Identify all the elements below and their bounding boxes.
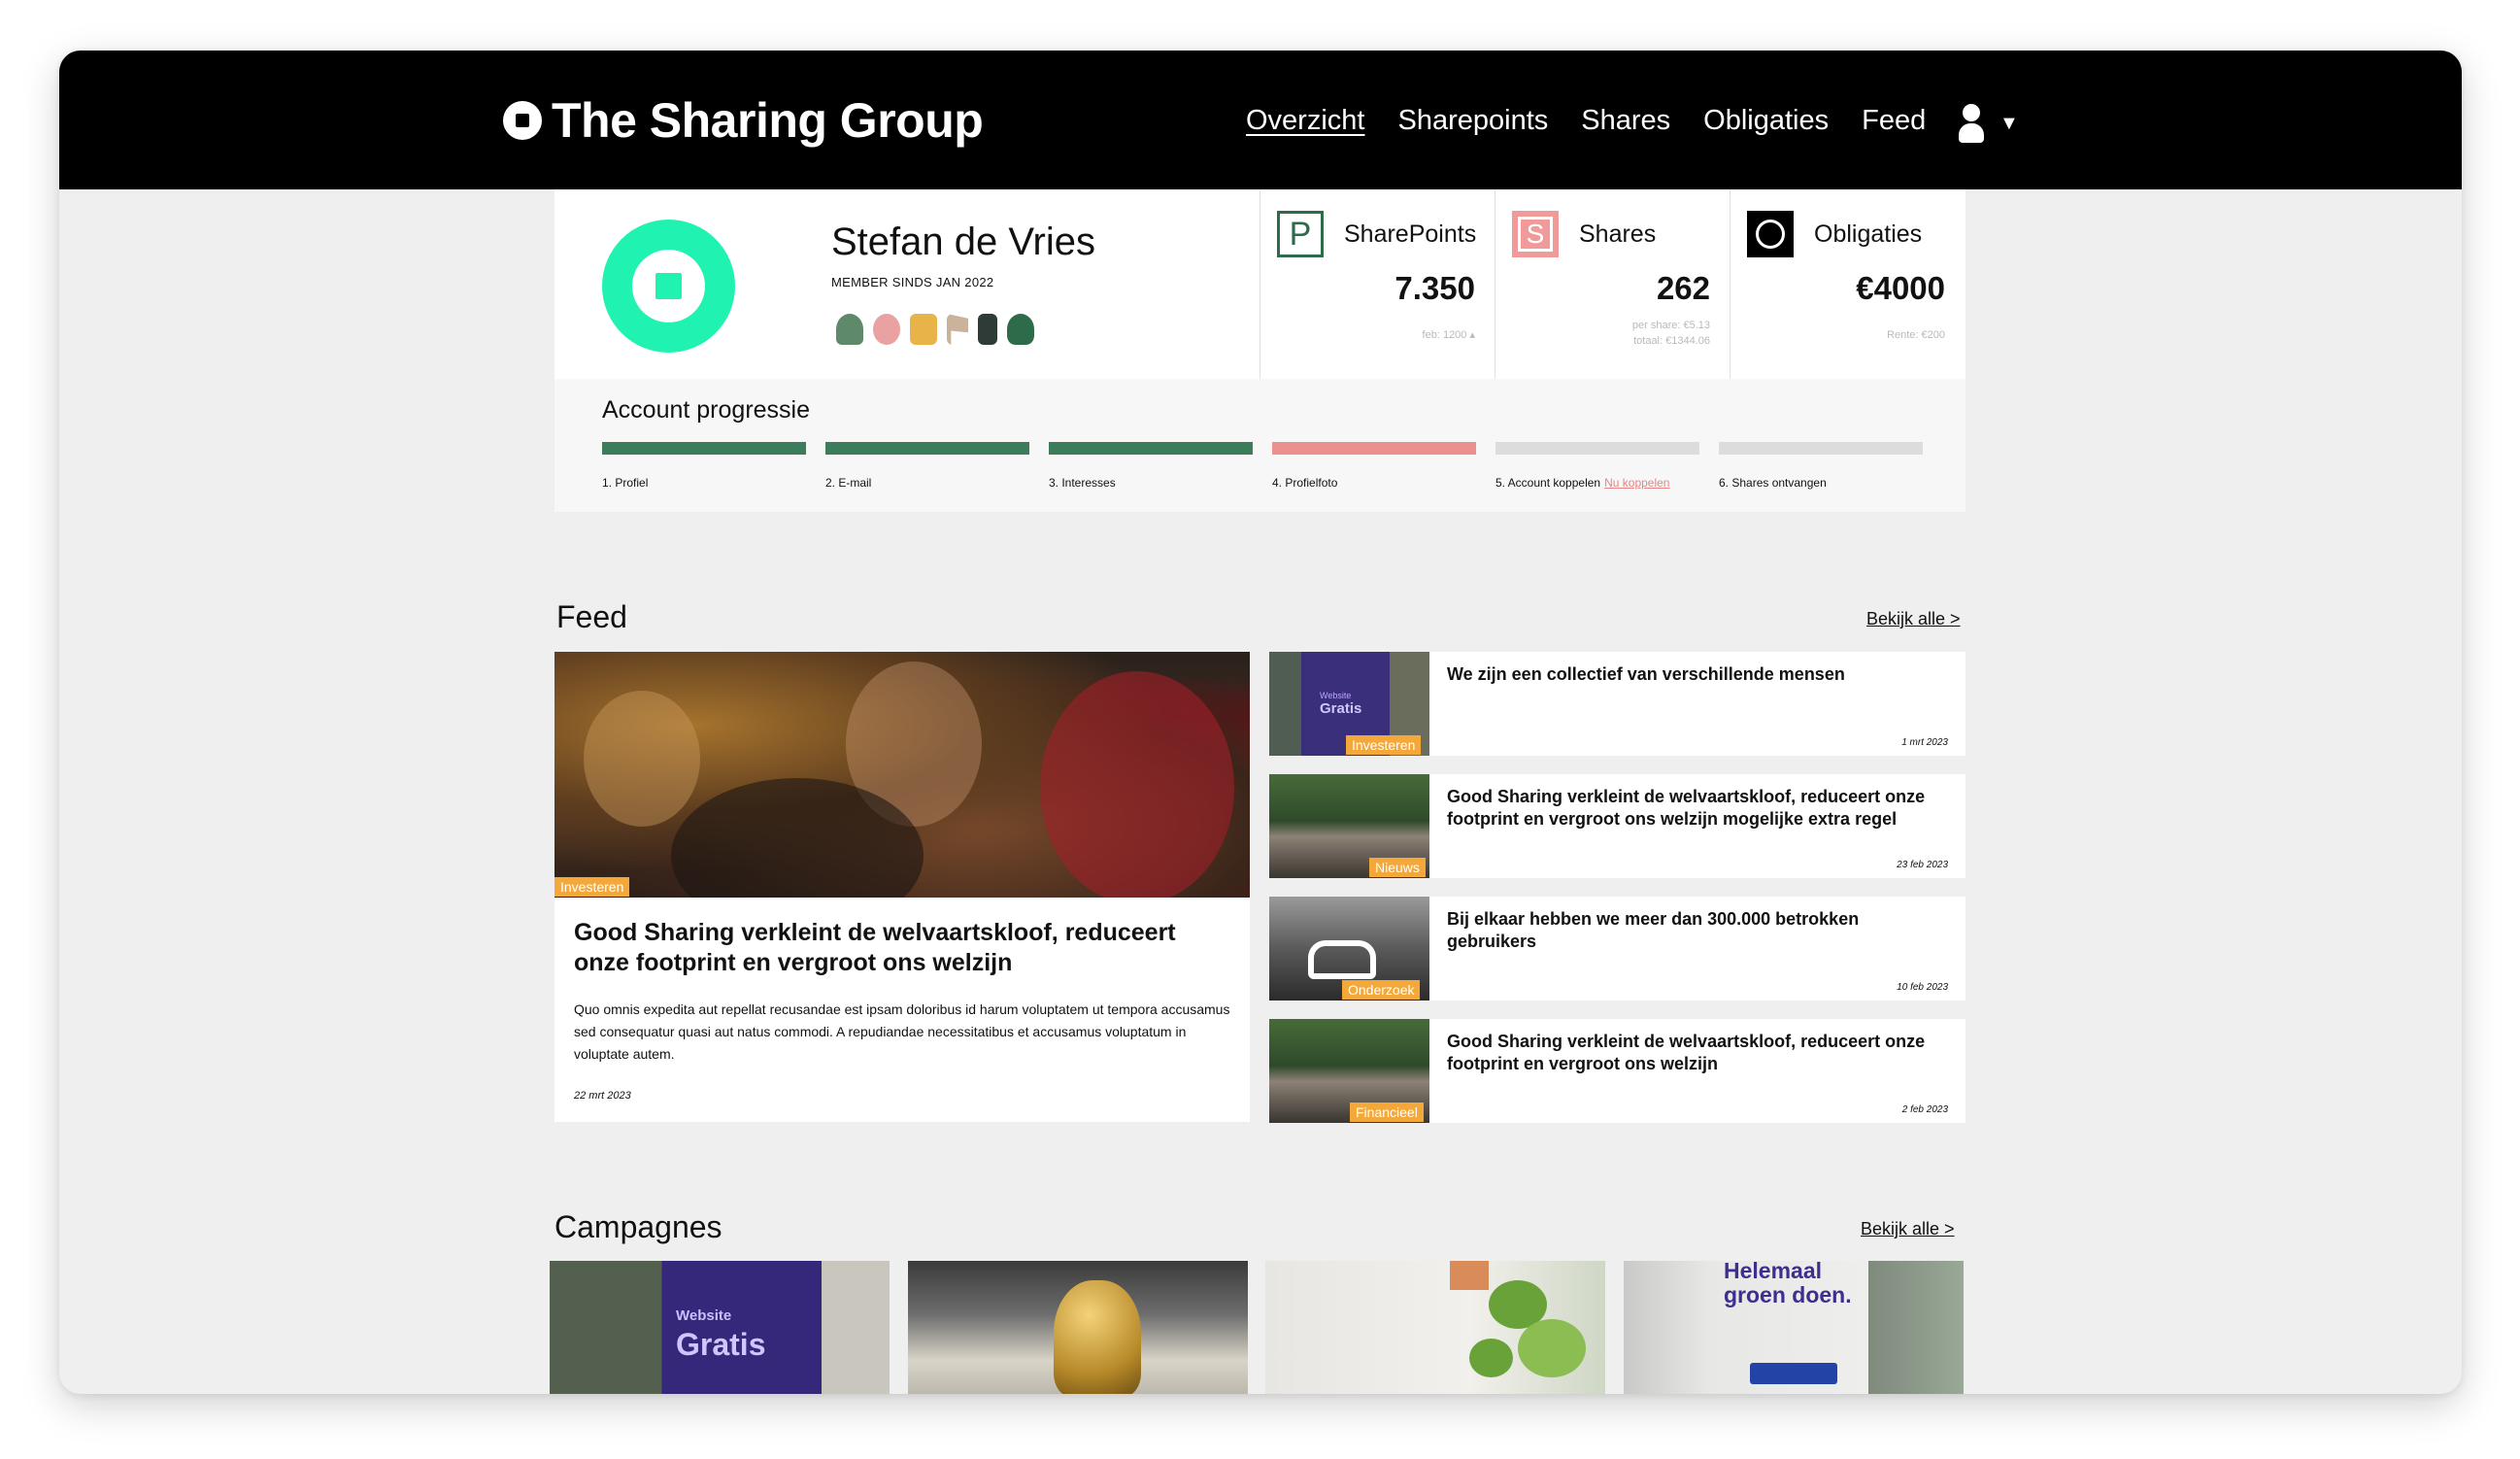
- progress-step: 4. Profielfoto: [1272, 442, 1476, 490]
- stat-sub: Rente: €200: [1887, 329, 1945, 341]
- user-icon: [1955, 104, 1988, 143]
- stat-obligaties[interactable]: Obligaties €4000 Rente: €200: [1730, 189, 1965, 379]
- feed-item-date: 23 feb 2023: [1897, 860, 1948, 870]
- campaign-card[interactable]: Helemaal groen doen.: [1624, 1261, 1964, 1394]
- step-label: 6. Shares ontvangen: [1719, 476, 1827, 490]
- stat-shares[interactable]: S Shares 262 per share: €5.13 totaal: €1…: [1495, 189, 1730, 379]
- progress-bar: [1272, 442, 1476, 455]
- progress-step: 1. Profiel: [602, 442, 806, 490]
- phone-badge-icon[interactable]: [978, 314, 997, 345]
- category-tag: Investeren: [554, 877, 630, 897]
- step-label: 5. Account koppelen Nu koppelen: [1495, 476, 1670, 490]
- category-tag: Nieuws: [1369, 858, 1426, 877]
- feed-item[interactable]: Financieel Good Sharing verkleint de wel…: [1269, 1019, 1966, 1123]
- connect-account-link[interactable]: Nu koppelen: [1604, 476, 1669, 490]
- feed-item-title: Bij elkaar hebben we meer dan 300.000 be…: [1447, 909, 1860, 951]
- stat-label: Shares: [1579, 221, 1657, 248]
- progress-step: 6. Shares ontvangen: [1719, 442, 1923, 490]
- progress-bar: [602, 442, 806, 455]
- member-since: MEMBER SINDS JAN 2022: [831, 275, 994, 289]
- campaign-card[interactable]: [1265, 1261, 1605, 1394]
- avatar: [602, 220, 735, 353]
- article-title: Good Sharing verkleint de welvaartskloof…: [574, 919, 1176, 976]
- step-label: 4. Profielfoto: [1272, 476, 1338, 490]
- feed-featured-article[interactable]: Investeren Good Sharing verkleint de wel…: [554, 652, 1250, 1122]
- category-tag: Financieel: [1350, 1103, 1424, 1122]
- article-date: 22 mrt 2023: [574, 1090, 631, 1102]
- progress-bar: [1049, 442, 1253, 455]
- campaign-card[interactable]: [908, 1261, 1248, 1394]
- progress-step: 2. E-mail: [825, 442, 1029, 490]
- nav-link-feed[interactable]: Feed: [1862, 105, 1926, 137]
- obligaties-icon: [1747, 211, 1794, 257]
- bottle-badge-icon[interactable]: [910, 314, 937, 345]
- step-label: 2. E-mail: [825, 476, 872, 490]
- cup-badge-icon[interactable]: [1007, 314, 1034, 345]
- nav-link-obligaties[interactable]: Obligaties: [1703, 105, 1829, 137]
- stat-sub: feb: 1200 ▴: [1422, 329, 1475, 341]
- account-progress: Account progressie 1. Profiel 2. E-mail …: [554, 379, 1966, 512]
- gem-badge-icon[interactable]: [873, 314, 900, 345]
- chevron-down-icon: ▼: [1999, 112, 2019, 134]
- progress-title: Account progressie: [602, 396, 811, 424]
- brand-icon: [503, 101, 542, 140]
- feed-item-title: Good Sharing verkleint de welvaartskloof…: [1447, 1032, 1926, 1073]
- feed-item[interactable]: Onderzoek Bij elkaar hebben we meer dan …: [1269, 897, 1966, 1001]
- progress-step: 5. Account koppelen Nu koppelen: [1495, 442, 1699, 490]
- feed-title: Feed: [556, 599, 627, 634]
- sharepoints-icon: P: [1277, 211, 1324, 257]
- top-navigation: The Sharing Group Overzicht Sharepoints …: [59, 51, 2462, 189]
- feed-item[interactable]: Website Gratis Investeren We zijn een co…: [1269, 652, 1966, 756]
- progress-bar: [825, 442, 1029, 455]
- trophy-badge-icon[interactable]: [836, 314, 863, 345]
- progress-bar: [1719, 442, 1923, 455]
- stat-value: 7.350: [1394, 270, 1475, 306]
- nav-link-sharepoints[interactable]: Sharepoints: [1397, 105, 1548, 137]
- category-tag: Onderzoek: [1342, 980, 1421, 1000]
- campaigns-title: Campagnes: [554, 1209, 722, 1244]
- article-excerpt: Quo omnis expedita aut repellat recusand…: [574, 1001, 1230, 1062]
- stat-sharepoints[interactable]: P SharePoints 7.350 feb: 1200 ▴: [1260, 189, 1495, 379]
- stat-value: 262: [1656, 270, 1710, 306]
- article-image: [554, 652, 1250, 898]
- stat-label: SharePoints: [1344, 221, 1477, 248]
- brand-name: The Sharing Group: [552, 93, 984, 148]
- nav-link-shares[interactable]: Shares: [1581, 105, 1670, 137]
- progress-step: 3. Interesses: [1049, 442, 1253, 490]
- user-menu[interactable]: ▼: [1955, 104, 2019, 143]
- flag-badge-icon[interactable]: [947, 314, 968, 345]
- stat-value: €4000: [1856, 270, 1945, 306]
- badges: [836, 314, 1044, 345]
- brand-logo[interactable]: The Sharing Group: [503, 91, 984, 150]
- nav-links: Overzicht Sharepoints Shares Obligaties …: [1246, 101, 1959, 140]
- stat-sub: per share: €5.13 totaal: €1344.06: [1631, 320, 1710, 347]
- feed-view-all-link[interactable]: Bekijk alle >: [1866, 609, 1961, 629]
- feed-item-date: 1 mrt 2023: [1901, 737, 1948, 748]
- shares-icon: S: [1512, 211, 1559, 257]
- step-label: 1. Profiel: [602, 476, 649, 490]
- category-tag: Investeren: [1346, 735, 1422, 755]
- feed-item[interactable]: Nieuws Good Sharing verkleint de welvaar…: [1269, 774, 1966, 878]
- feed-item-title: Good Sharing verkleint de welvaartskloof…: [1447, 787, 1926, 829]
- feed-item-title: We zijn een collectief van verschillende…: [1447, 664, 1845, 684]
- stat-label: Obligaties: [1814, 221, 1923, 248]
- feed-item-date: 2 feb 2023: [1901, 1104, 1948, 1115]
- nav-link-overzicht[interactable]: Overzicht: [1246, 105, 1364, 137]
- campaigns-view-all-link[interactable]: Bekijk alle >: [1861, 1219, 1955, 1239]
- step-label: 3. Interesses: [1049, 476, 1116, 490]
- campaign-card[interactable]: Website Gratis: [550, 1261, 890, 1394]
- progress-steps: 1. Profiel 2. E-mail 3. Interesses 4. Pr…: [602, 442, 1942, 490]
- browser-window: The Sharing Group Overzicht Sharepoints …: [59, 51, 2462, 1394]
- feed-item-date: 10 feb 2023: [1897, 982, 1948, 993]
- progress-bar: [1495, 442, 1699, 455]
- profile-name: Stefan de Vries: [831, 221, 1096, 263]
